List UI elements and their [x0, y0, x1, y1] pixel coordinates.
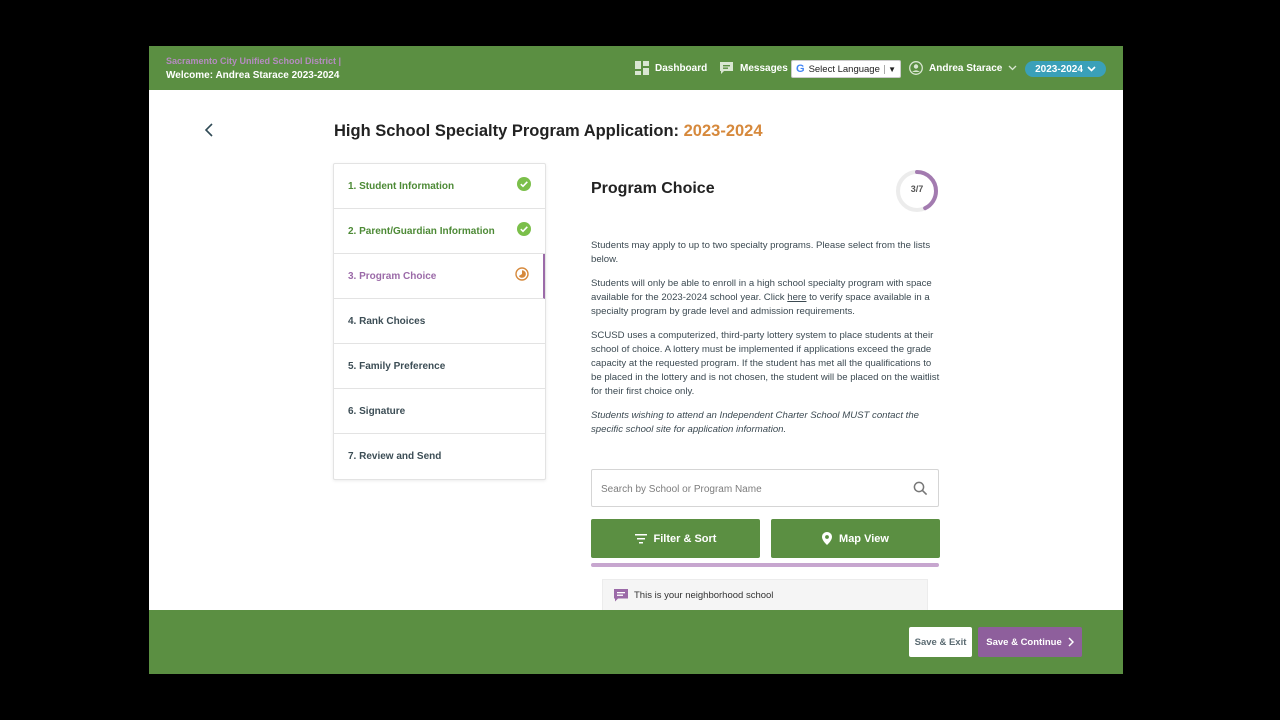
dashboard-icon: [635, 61, 649, 75]
chevron-down-icon: [1087, 66, 1096, 72]
dashboard-label: Dashboard: [655, 62, 708, 74]
welcome-text: Welcome: Andrea Starace 2023-2024: [166, 70, 340, 81]
save-continue-button[interactable]: Save & Continue: [978, 627, 1082, 657]
language-select[interactable]: G Select Language ▼: [791, 60, 901, 78]
map-pin-icon: [822, 532, 833, 545]
user-avatar-icon: [909, 61, 923, 75]
search-icon[interactable]: [913, 481, 928, 496]
step-label: 4. Rank Choices: [348, 315, 426, 327]
step-label: 3. Program Choice: [348, 270, 437, 282]
step-rank-choices[interactable]: 4. Rank Choices: [334, 299, 545, 344]
dropdown-arrow-icon: ▼: [884, 64, 896, 74]
map-view-label: Map View: [839, 532, 889, 545]
filter-sort-button[interactable]: Filter & Sort: [591, 519, 760, 558]
availability-here-link[interactable]: here: [787, 292, 806, 303]
divider-bar: [591, 563, 939, 567]
chat-bubble-icon: [614, 588, 628, 601]
google-icon: G: [796, 63, 805, 75]
step-program-choice[interactable]: 3. Program Choice: [334, 254, 545, 299]
save-continue-label: Save & Continue: [986, 636, 1062, 648]
step-family-preference[interactable]: 5. Family Preference: [334, 344, 545, 389]
step-parent-guardian-information[interactable]: 2. Parent/Guardian Information: [334, 209, 545, 254]
chevron-down-icon: [1008, 65, 1017, 71]
step-label: 6. Signature: [348, 405, 406, 417]
app-window: Sacramento City Unified School District …: [149, 46, 1123, 674]
filter-sort-label: Filter & Sort: [653, 532, 717, 545]
footer-bar: Save & Exit Save & Continue: [149, 610, 1123, 674]
steps-list: 1. Student Information 2. Parent/Guardia…: [333, 163, 546, 480]
user-menu[interactable]: Andrea Starace: [909, 61, 1017, 75]
map-view-button[interactable]: Map View: [771, 519, 940, 558]
chevron-right-icon: [1068, 637, 1074, 647]
search-input[interactable]: [601, 479, 901, 499]
chevron-left-icon: [204, 123, 213, 137]
search-box: [591, 469, 939, 507]
neighborhood-school-note: This is your neighborhood school: [602, 579, 928, 611]
message-icon: [720, 62, 733, 74]
intro-paragraph: Students may apply to up to two specialt…: [591, 240, 931, 265]
messages-link[interactable]: Messages: [719, 61, 788, 75]
user-name: Andrea Starace: [929, 62, 1003, 74]
page-title-year: 2023-2024: [683, 122, 763, 140]
save-exit-button[interactable]: Save & Exit: [909, 627, 972, 657]
language-label: Select Language: [808, 63, 880, 75]
page-title-text: High School Specialty Program Applicatio…: [334, 122, 680, 140]
section-title: Program Choice: [591, 180, 715, 197]
in-progress-icon: [515, 267, 529, 281]
filter-icon: [634, 533, 647, 543]
back-button[interactable]: [202, 122, 216, 138]
charter-note-paragraph: Students wishing to attend an Independen…: [591, 410, 919, 435]
step-student-information[interactable]: 1. Student Information: [334, 164, 545, 209]
district-name: Sacramento City Unified School District …: [166, 56, 342, 66]
dashboard-link[interactable]: Dashboard: [635, 61, 707, 75]
step-signature[interactable]: 6. Signature: [334, 389, 545, 434]
check-circle-icon: [517, 222, 531, 236]
step-label: 7. Review and Send: [348, 451, 442, 462]
school-year-label: 2023-2024: [1035, 63, 1083, 75]
check-circle-icon: [517, 177, 531, 191]
step-review-and-send[interactable]: 7. Review and Send: [334, 434, 545, 479]
messages-label: Messages: [740, 62, 788, 74]
availability-paragraph: Students will only be able to enroll in …: [591, 277, 941, 319]
step-label: 1. Student Information: [348, 180, 455, 192]
school-year-selector[interactable]: 2023-2024: [1025, 61, 1106, 77]
progress-label: 3/7: [910, 184, 924, 194]
step-label: 2. Parent/Guardian Information: [348, 225, 495, 237]
step-label: 5. Family Preference: [348, 360, 446, 372]
top-header: Sacramento City Unified School District …: [149, 46, 1123, 90]
neighborhood-school-text: This is your neighborhood school: [634, 589, 774, 601]
page-title: High School Specialty Program Applicatio…: [334, 122, 763, 141]
lottery-paragraph: SCUSD uses a computerized, third-party l…: [591, 330, 940, 397]
